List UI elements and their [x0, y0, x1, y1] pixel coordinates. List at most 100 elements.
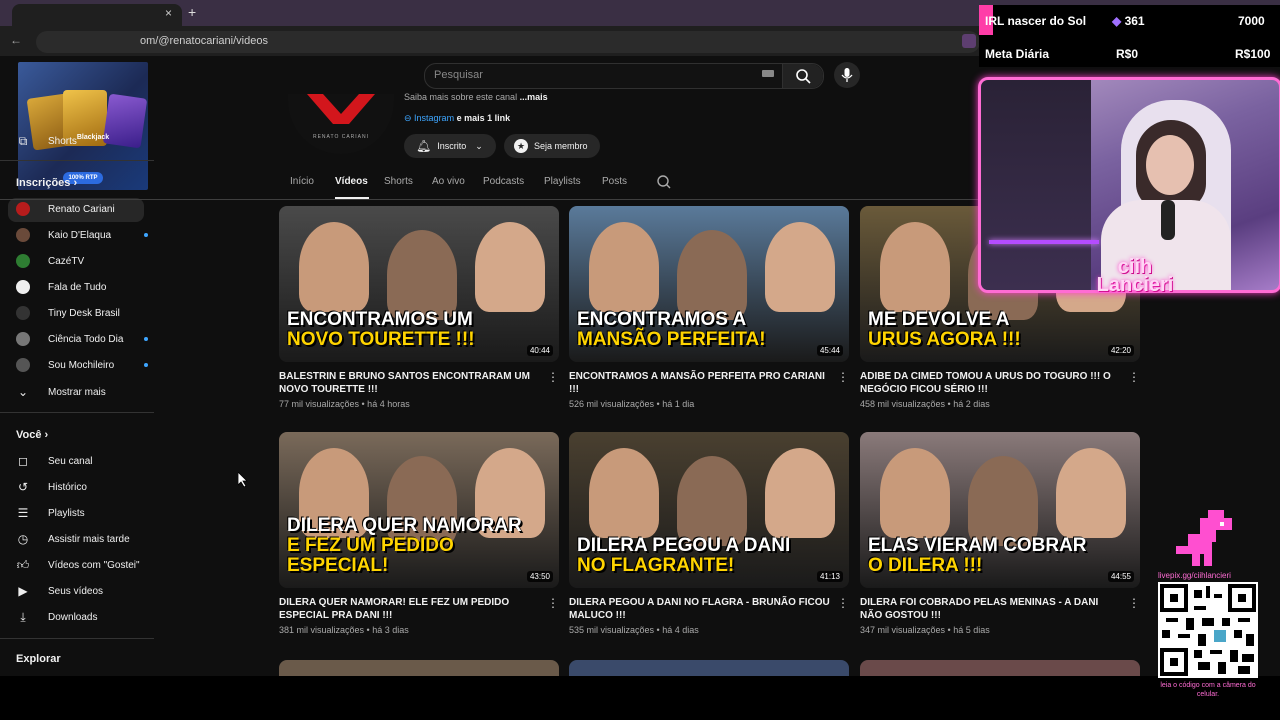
video-card[interactable]: DILERA QUER NAMORAR E FEZ UM PEDIDO ESPEC… — [279, 432, 559, 642]
sidebar-item-you[interactable]: 👍︎ Vídeos com "Gostei" — [16, 558, 140, 572]
video-card[interactable]: DILERA PEGOU A DANI NO FLAGRANTE! 41:13 DIL… — [569, 432, 849, 642]
search-input[interactable]: Pesquisar — [434, 69, 483, 81]
sidebar-item-you[interactable]: ⤓ Downloads — [16, 610, 97, 624]
video-duration: 44:55 — [1107, 571, 1134, 582]
more-options-icon[interactable]: ⋮ — [837, 370, 849, 384]
caption-line: ENCONTRAMOS A — [577, 309, 747, 331]
video-duration: 40:44 — [526, 345, 553, 356]
video-thumbnail[interactable]: ENCONTRAMOS UM NOVO TOURETTE !!! 40:44 — [279, 206, 559, 362]
chevron-down-icon: ⌄ — [475, 140, 483, 151]
sidebar-item-you[interactable]: ↺ Histórico — [16, 480, 87, 494]
tab-close-icon[interactable]: × — [165, 6, 172, 20]
new-tab-icon[interactable]: + — [188, 4, 196, 20]
sidebar-item-subscription[interactable]: Fala de Tudo — [16, 280, 106, 294]
microphone — [1161, 200, 1175, 240]
video-meta: 381 mil visualizações • há 3 dias — [279, 625, 409, 635]
channel-tab[interactable]: Ao vivo — [432, 176, 465, 187]
channel-tab[interactable]: Podcasts — [483, 176, 524, 187]
sidebar-item-label: Assistir mais tarde — [48, 533, 130, 545]
channel-tab[interactable]: Shorts — [384, 176, 413, 187]
caption-line: ENCONTRAMOS UM — [287, 309, 473, 331]
more-options-icon[interactable]: ⋮ — [547, 370, 559, 384]
sidebar-item-subscription[interactable]: CazéTV — [16, 254, 84, 268]
extension-icon[interactable] — [962, 34, 976, 48]
more-options-icon[interactable]: ⋮ — [1128, 596, 1140, 610]
subscribed-label: Inscrito — [437, 141, 467, 151]
video-card[interactable]: ELAS VIERAM COBRAR O DILERA !!! 44:55 DILER… — [860, 432, 1140, 642]
clock-icon: ◷ — [17, 532, 29, 546]
more-options-icon[interactable]: ⋮ — [547, 596, 559, 610]
sidebar-item-you[interactable]: ▶ Seus vídeos — [16, 584, 103, 598]
show-more-button[interactable]: ⌄ Mostrar mais — [16, 385, 106, 399]
channel-tab[interactable]: Vídeos — [335, 176, 368, 187]
history-icon: ↺ — [17, 480, 29, 494]
thumbnail-figure — [765, 448, 835, 538]
video-title[interactable]: DILERA FOI COBRADO PELAS MENINAS - A DAN… — [860, 596, 1122, 622]
subscribed-button[interactable]: 🔔︎ Inscrito ⌄ — [404, 134, 496, 158]
thumbnail-figure — [475, 222, 545, 312]
join-button[interactable]: ★ Seja membro — [504, 134, 600, 158]
thumbnail-figure — [880, 448, 950, 538]
video-thumbnail[interactable]: ELAS VIERAM COBRAR O DILERA !!! 44:55 — [860, 432, 1140, 588]
led-strip — [989, 240, 1099, 244]
video-card[interactable]: ENCONTRAMOS A MANSÃO PERFEITA! 45:44 ENCONT… — [569, 206, 849, 416]
new-content-dot — [144, 233, 148, 237]
shorts-icon: ⧉ — [18, 133, 28, 148]
avatar — [16, 280, 30, 294]
you-title[interactable]: Você › — [16, 429, 48, 441]
channel-tab[interactable]: Posts — [602, 176, 627, 187]
video-title[interactable]: DILERA PEGOU A DANI NO FLAGRA - BRUNÃO F… — [569, 596, 831, 622]
room-wall — [981, 80, 1091, 290]
more-options-icon[interactable]: ⋮ — [1128, 370, 1140, 384]
video-meta: 347 mil visualizações • há 5 dias — [860, 625, 990, 635]
sidebar-item-label: Vídeos com "Gostei" — [48, 559, 140, 571]
channel-tab[interactable]: Playlists — [544, 176, 581, 187]
sidebar-item-you[interactable]: ◷ Assistir mais tarde — [16, 532, 130, 546]
ad-banner[interactable]: Blackjack 100% RTP — [18, 62, 148, 190]
video-title[interactable]: DILERA QUER NAMORAR! ELE FEZ UM PEDIDO E… — [279, 596, 541, 622]
channel-avatar[interactable]: RENATO CARIANI — [288, 94, 394, 154]
video-card[interactable]: ENCONTRAMOS UM NOVO TOURETTE !!! 40:44 BALE… — [279, 206, 559, 416]
video-duration: 45:44 — [816, 345, 843, 356]
sidebar-item-you[interactable]: ☰ Playlists — [16, 506, 85, 520]
keyboard-icon[interactable] — [762, 70, 774, 77]
thumbnail-figure — [677, 230, 747, 320]
about-more[interactable]: ...mais — [520, 92, 548, 102]
sidebar-item-subscription[interactable]: Renato Cariani — [16, 202, 115, 216]
qr-note: leia o código com a câmera do celular. — [1160, 682, 1256, 698]
video-thumbnail-partial[interactable] — [860, 660, 1140, 676]
channel-search-icon[interactable] — [656, 174, 672, 193]
mic-button[interactable] — [834, 62, 860, 88]
channel-tab[interactable]: Início — [290, 176, 314, 187]
daily-target: R$100 — [1235, 47, 1271, 61]
back-arrow-icon[interactable]: ← — [10, 33, 22, 47]
video-thumbnail-partial[interactable] — [569, 660, 849, 676]
goal-current: ◆ 361 — [1112, 14, 1145, 28]
sidebar-item-shorts[interactable]: ⧉ Shorts — [16, 134, 77, 148]
video-thumbnail[interactable]: ENCONTRAMOS A MANSÃO PERFEITA! 45:44 — [569, 206, 849, 362]
video-title[interactable]: ADIBE DA CIMED TOMOU A URUS DO TOGURO !!… — [860, 370, 1122, 396]
sidebar-item-subscription[interactable]: Kaio D'Elaqua — [16, 228, 156, 242]
thumbnail-figure — [1056, 448, 1126, 538]
sidebar-item-subscription[interactable]: Sou Mochileiro — [16, 358, 156, 372]
subscriptions-title[interactable]: Inscrições › — [16, 177, 77, 189]
channel-about-link[interactable]: Saiba mais sobre este canal ...mais — [404, 92, 548, 102]
caption-line: DILERA PEGOU A DANI — [577, 535, 791, 557]
sidebar-item-you[interactable]: ◻ Seu canal — [16, 454, 92, 468]
playlist-icon: ☰ — [17, 506, 29, 520]
thumbnail-figure — [589, 448, 659, 538]
instagram-link[interactable]: Instagram — [414, 113, 454, 123]
video-thumbnail[interactable]: DILERA QUER NAMORAR E FEZ UM PEDIDO ESPEC… — [279, 432, 559, 588]
more-options-icon[interactable]: ⋮ — [837, 596, 849, 610]
sidebar-item-label: Tiny Desk Brasil — [48, 307, 120, 319]
more-links[interactable]: e mais 1 link — [457, 113, 511, 123]
browser-tab[interactable] — [12, 4, 182, 26]
video-thumbnail-partial[interactable] — [279, 660, 559, 676]
sidebar-item-subscription[interactable]: Tiny Desk Brasil — [16, 306, 120, 320]
video-title[interactable]: BALESTRIN E BRUNO SANTOS ENCONTRARAM UM … — [279, 370, 541, 396]
video-title[interactable]: ENCONTRAMOS A MANSÃO PERFEITA PRO CARIAN… — [569, 370, 831, 396]
search-button[interactable] — [782, 64, 823, 88]
video-thumbnail[interactable]: DILERA PEGOU A DANI NO FLAGRANTE! 41:13 — [569, 432, 849, 588]
caption-line: ME DEVOLVE A — [868, 309, 1010, 331]
sidebar-item-subscription[interactable]: Ciência Todo Dia — [16, 332, 156, 346]
